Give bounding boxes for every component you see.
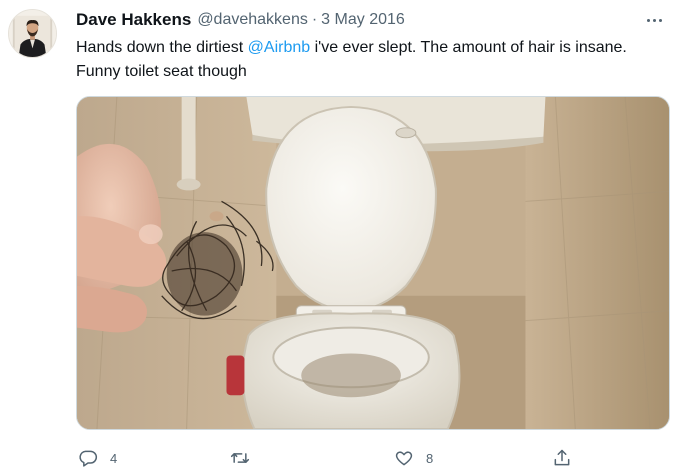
like-button[interactable]: 8 [394,447,433,469]
avatar[interactable] [8,9,57,58]
reply-button[interactable]: 4 [78,447,117,469]
share-icon [554,449,570,466]
tweet-text: Hands down the dirtiest @Airbnb i've eve… [76,36,661,84]
share-button[interactable] [552,447,584,469]
toilet-photo [77,97,669,429]
tweet-actions: 4 8 [76,447,670,469]
tweet-photo[interactable] [76,96,670,430]
more-dot [646,18,650,22]
reply-icon [79,450,98,467]
like-count: 8 [426,450,434,466]
tweet[interactable]: Dave Hakkens @davehakkens · 3 May 2016 H… [0,0,680,472]
more-dot [652,18,656,22]
display-name[interactable]: Dave Hakkens [76,10,191,30]
mention-link[interactable]: @Airbnb [248,39,311,56]
reply-count: 4 [110,450,118,466]
more-icon[interactable] [642,10,666,30]
tweet-date[interactable]: 3 May 2016 [321,11,405,29]
tweet-header: Dave Hakkens @davehakkens · 3 May 2016 [76,9,405,31]
heart-icon [395,451,413,466]
retweet-icon [230,453,250,463]
avatar-photo [9,10,56,57]
more-dot [658,18,662,22]
tweet-text-part: Hands down the dirtiest [76,39,248,56]
separator-dot: · [311,11,318,28]
user-handle[interactable]: @davehakkens [197,11,308,29]
retweet-button[interactable] [230,447,262,469]
